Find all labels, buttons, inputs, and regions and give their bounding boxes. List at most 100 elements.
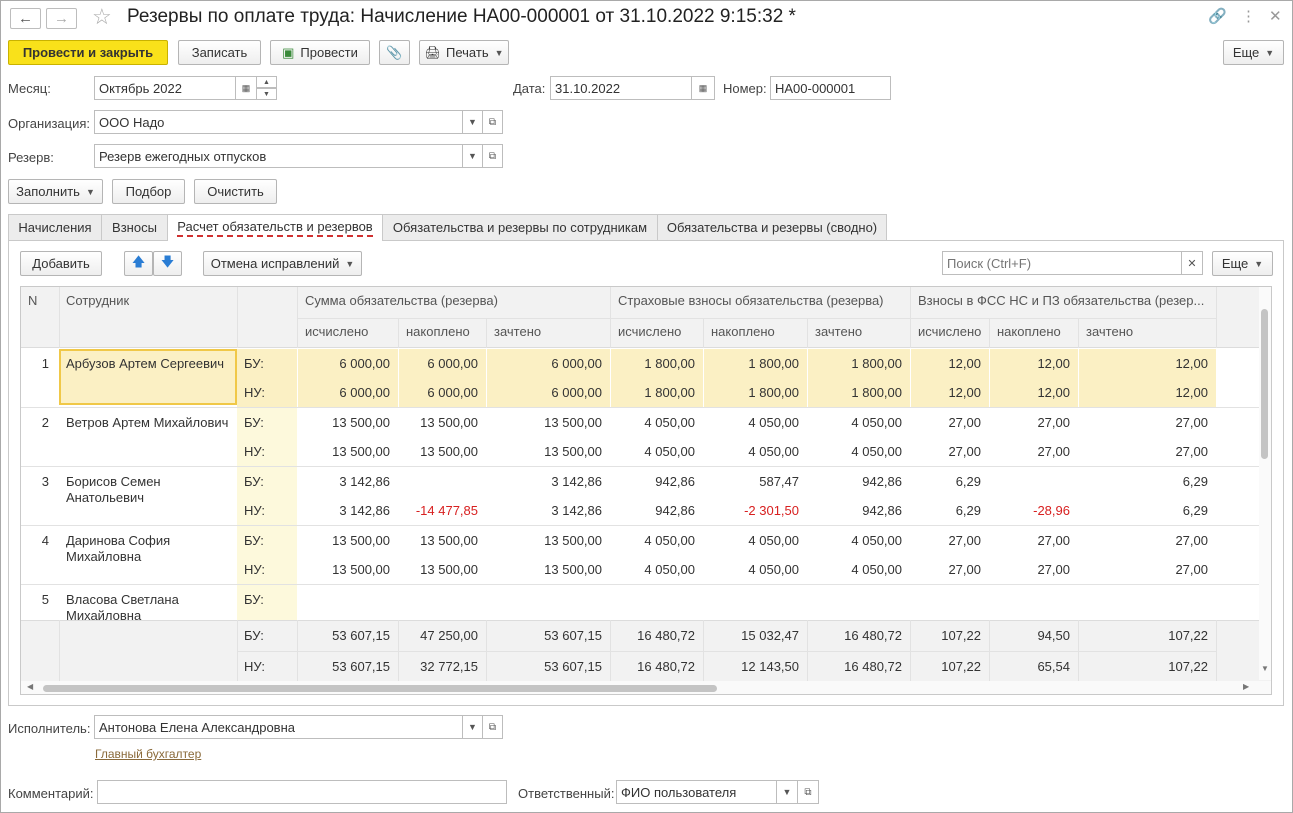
print-button[interactable]: 🖨 Печать ▼ xyxy=(419,40,509,65)
table-cell[interactable]: -14 477,85 xyxy=(398,503,478,518)
column-group-header[interactable]: Сумма обязательства (резерва) xyxy=(305,293,606,308)
organization-field[interactable]: ООО Надо xyxy=(94,110,463,134)
table-cell[interactable]: 27,00 xyxy=(910,444,981,459)
table-cell[interactable]: 27,00 xyxy=(989,415,1070,430)
table-cell[interactable]: 12,00 xyxy=(989,356,1070,371)
chevron-down-icon[interactable]: ▼ xyxy=(462,715,483,739)
table-cell[interactable]: 3 142,86 xyxy=(297,503,390,518)
table-cell[interactable]: 1 800,00 xyxy=(610,356,695,371)
scroll-left-icon[interactable]: ◀ xyxy=(27,682,33,691)
table-cell[interactable]: 27,00 xyxy=(910,533,981,548)
table-cell[interactable]: 1 800,00 xyxy=(610,385,695,400)
responsible-field[interactable]: ФИО пользователя xyxy=(616,780,777,804)
table-cell[interactable]: 13 500,00 xyxy=(398,533,478,548)
table-cell[interactable]: 4 050,00 xyxy=(703,415,799,430)
close-icon[interactable]: ✕ xyxy=(1269,7,1282,25)
table-cell[interactable]: 3 142,86 xyxy=(297,474,390,489)
post-button[interactable]: ▣ Провести xyxy=(270,40,370,65)
tab-accruals[interactable]: Начисления xyxy=(8,214,102,240)
table-cell[interactable]: 27,00 xyxy=(1078,562,1208,577)
forward-arrow-icon[interactable]: → xyxy=(46,8,77,29)
comment-field[interactable] xyxy=(97,780,507,804)
table-cell[interactable]: 6 000,00 xyxy=(297,356,390,371)
table-cell[interactable]: 13 500,00 xyxy=(398,562,478,577)
add-button[interactable]: Добавить xyxy=(20,251,102,276)
table-cell[interactable]: 13 500,00 xyxy=(486,533,602,548)
table-cell[interactable]: 4 050,00 xyxy=(610,415,695,430)
table-cell[interactable]: 13 500,00 xyxy=(398,415,478,430)
table-cell[interactable]: 12,00 xyxy=(1078,356,1208,371)
employee-name[interactable]: Борисов Семен Анатольевич xyxy=(66,474,232,524)
decrement-icon[interactable]: ▼ xyxy=(256,88,277,100)
tab-liabilities-calc[interactable]: Расчет обязательств и резервов xyxy=(167,214,383,241)
select-button[interactable]: Подбор xyxy=(112,179,185,204)
table-cell[interactable]: 13 500,00 xyxy=(297,533,390,548)
executor-role-link[interactable]: Главный бухгалтер xyxy=(95,747,201,761)
column-subheader[interactable]: зачтено xyxy=(815,324,862,339)
table-cell[interactable]: 4 050,00 xyxy=(807,415,902,430)
table-cell[interactable]: 27,00 xyxy=(910,562,981,577)
table-cell[interactable]: 6 000,00 xyxy=(398,356,478,371)
clear-search-icon[interactable]: ✕ xyxy=(1181,251,1203,275)
open-icon[interactable]: ⧉ xyxy=(797,780,819,804)
more-vertical-icon[interactable]: ⋮ xyxy=(1241,7,1256,25)
table-cell[interactable]: 6 000,00 xyxy=(486,356,602,371)
open-icon[interactable]: ⧉ xyxy=(482,110,503,134)
table-cell[interactable]: 4 050,00 xyxy=(610,444,695,459)
table-cell[interactable]: 27,00 xyxy=(989,562,1070,577)
table-cell[interactable]: 4 050,00 xyxy=(610,562,695,577)
column-subheader[interactable]: накоплено xyxy=(711,324,775,339)
table-more-button[interactable]: Еще ▼ xyxy=(1212,251,1273,276)
table-cell[interactable]: 6,29 xyxy=(1078,474,1208,489)
calendar-icon[interactable]: ▦ xyxy=(691,76,715,100)
arrow-down-icon[interactable]: 🡇 xyxy=(153,251,182,276)
table-cell[interactable]: 27,00 xyxy=(1078,533,1208,548)
table-cell[interactable]: 12,00 xyxy=(989,385,1070,400)
table-cell[interactable]: 12,00 xyxy=(910,385,981,400)
column-group-header[interactable]: Взносы в ФСС НС и ПЗ обязательства (резе… xyxy=(918,293,1212,308)
chevron-down-icon[interactable]: ▼ xyxy=(462,144,483,168)
liabilities-table[interactable]: N Сотрудник Сумма обязательства (резерва) С… xyxy=(20,286,1272,695)
horizontal-scrollbar-thumb[interactable] xyxy=(43,685,717,692)
table-cell[interactable]: 4 050,00 xyxy=(703,562,799,577)
executor-field[interactable]: Антонова Елена Александровна xyxy=(94,715,463,739)
tab-by-employees[interactable]: Обязательства и резервы по сотрудникам xyxy=(382,214,658,240)
column-group-header[interactable]: Страховые взносы обязательства (резерва) xyxy=(618,293,906,308)
fill-button[interactable]: Заполнить ▼ xyxy=(8,179,103,204)
table-cell[interactable]: 4 050,00 xyxy=(807,562,902,577)
table-cell[interactable]: 1 800,00 xyxy=(807,385,902,400)
table-cell[interactable]: 4 050,00 xyxy=(703,533,799,548)
column-subheader[interactable]: исчислено xyxy=(918,324,981,339)
table-cell[interactable]: 12,00 xyxy=(910,356,981,371)
month-field[interactable]: Октябрь 2022 xyxy=(94,76,236,100)
calendar-icon[interactable]: ▦ xyxy=(235,76,257,100)
number-field[interactable]: НА00-000001 xyxy=(770,76,891,100)
column-header-n[interactable]: N xyxy=(28,293,37,308)
attach-button[interactable]: 📎 xyxy=(379,40,410,65)
scroll-down-icon[interactable]: ▼ xyxy=(1261,664,1269,673)
table-cell[interactable]: 13 500,00 xyxy=(486,562,602,577)
cancel-corrections-button[interactable]: Отмена исправлений ▼ xyxy=(203,251,362,276)
more-button[interactable]: Еще ▼ xyxy=(1223,40,1284,65)
table-cell[interactable]: 1 800,00 xyxy=(807,356,902,371)
column-header-employee[interactable]: Сотрудник xyxy=(66,293,129,308)
table-cell[interactable]: 942,86 xyxy=(610,503,695,518)
table-cell[interactable]: 13 500,00 xyxy=(486,415,602,430)
table-cell[interactable]: 1 800,00 xyxy=(703,385,799,400)
clear-button[interactable]: Очистить xyxy=(194,179,277,204)
table-cell[interactable]: 27,00 xyxy=(910,415,981,430)
table-cell[interactable]: 587,47 xyxy=(703,474,799,489)
table-cell[interactable]: 6,29 xyxy=(1078,503,1208,518)
table-cell[interactable]: 942,86 xyxy=(610,474,695,489)
column-subheader[interactable]: исчислено xyxy=(305,324,368,339)
table-cell[interactable]: 4 050,00 xyxy=(610,533,695,548)
table-cell[interactable]: 13 500,00 xyxy=(486,444,602,459)
increment-icon[interactable]: ▲ xyxy=(256,76,277,88)
table-cell[interactable]: 4 050,00 xyxy=(703,444,799,459)
post-and-close-button[interactable]: Провести и закрыть xyxy=(8,40,168,65)
table-cell[interactable]: -2 301,50 xyxy=(703,503,799,518)
table-cell[interactable]: 6 000,00 xyxy=(297,385,390,400)
open-icon[interactable]: ⧉ xyxy=(482,715,503,739)
table-cell[interactable]: 13 500,00 xyxy=(297,415,390,430)
scroll-right-icon[interactable]: ▶ xyxy=(1243,682,1249,691)
